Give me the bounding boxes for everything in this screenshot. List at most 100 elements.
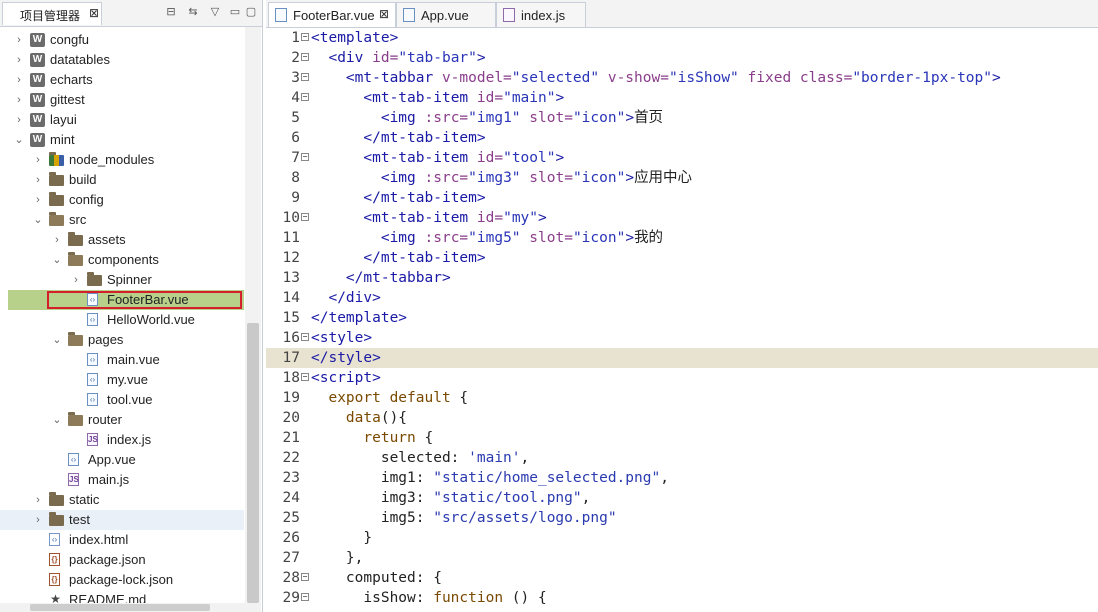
fold-toggle-icon[interactable]: − [301, 33, 309, 41]
code-line[interactable]: 21 return { [266, 428, 1098, 448]
tree-item[interactable]: JS main.js [0, 470, 244, 490]
project-explorer-tab[interactable]: 项目管理器 ⊠ [2, 2, 102, 25]
code-line[interactable]: 19 export default { [266, 388, 1098, 408]
maximize-icon[interactable]: ▢ [244, 5, 258, 19]
tree-item[interactable]: ‹› tool.vue [0, 390, 244, 410]
code-line[interactable]: 6 </mt-tab-item> [266, 128, 1098, 148]
tree-item[interactable]: ‹› my.vue [0, 370, 244, 390]
tree-item[interactable]: › Wlayui [0, 110, 244, 130]
collapse-arrow-icon[interactable]: › [14, 93, 24, 107]
fold-toggle-icon[interactable]: − [301, 593, 309, 601]
code-line[interactable]: 15 </template> [266, 308, 1098, 328]
link-with-editor-icon[interactable]: ⇆ [186, 5, 200, 19]
fold-toggle-icon[interactable]: − [301, 373, 309, 381]
code-line[interactable]: 25 img5: "src/assets/logo.png" [266, 508, 1098, 528]
fold-toggle-icon[interactable]: − [301, 573, 309, 581]
code-line[interactable]: 22 selected: 'main', [266, 448, 1098, 468]
tree-item[interactable]: ‹› HelloWorld.vue [0, 310, 244, 330]
expand-arrow-icon[interactable]: ⌄ [52, 413, 62, 427]
tree-item[interactable]: ‹› main.vue [0, 350, 244, 370]
collapse-arrow-icon[interactable]: › [71, 273, 81, 287]
collapse-arrow-icon[interactable]: › [33, 513, 43, 527]
tree-horizontal-scrollbar[interactable] [0, 603, 245, 612]
tree-item[interactable]: › Wcongfu [0, 30, 244, 50]
collapse-arrow-icon[interactable]: › [14, 113, 24, 127]
code-line[interactable]: 28− computed: { [266, 568, 1098, 588]
tree-item[interactable]: › assets [0, 230, 244, 250]
collapse-arrow-icon[interactable]: › [14, 73, 24, 87]
tree-item[interactable]: ‹› App.vue [0, 450, 244, 470]
code-line[interactable]: 29− isShow: function () { [266, 588, 1098, 608]
code-line[interactable]: 16− <style> [266, 328, 1098, 348]
tree-item[interactable]: ⌄ Wmint [0, 130, 244, 150]
tree-hscroll-thumb[interactable] [30, 604, 210, 611]
tree-item[interactable]: ⌄ src [0, 210, 244, 230]
code-line[interactable]: 12 </mt-tab-item> [266, 248, 1098, 268]
code-line[interactable]: 27 }, [266, 548, 1098, 568]
tree-item[interactable]: ⌄ router [0, 410, 244, 430]
tree-item[interactable]: ‹› FooterBar.vue [8, 290, 244, 310]
expand-arrow-icon[interactable]: ⌄ [33, 213, 43, 227]
close-icon[interactable]: ⊠ [89, 6, 99, 20]
expand-arrow-icon[interactable]: ⌄ [52, 333, 62, 347]
tree-item[interactable]: ‹› index.html [0, 530, 244, 550]
code-line[interactable]: 11 <img :src="img5" slot="icon">我的 [266, 228, 1098, 248]
collapse-arrow-icon[interactable]: › [33, 493, 43, 507]
code-line[interactable]: 5 <img :src="img1" slot="icon">首页 [266, 108, 1098, 128]
collapse-arrow-icon[interactable]: › [14, 53, 24, 67]
tree-item[interactable]: › build [0, 170, 244, 190]
code-line[interactable]: 18− <script> [266, 368, 1098, 388]
code-line[interactable]: 4− <mt-tab-item id="main"> [266, 88, 1098, 108]
code-line[interactable]: 7− <mt-tab-item id="tool"> [266, 148, 1098, 168]
editor-tab[interactable]: App.vue [396, 2, 496, 27]
tree-item[interactable]: › test [0, 510, 244, 530]
minimize-icon[interactable]: ▭ [228, 5, 242, 19]
view-menu-icon[interactable]: ▽ [208, 5, 222, 19]
tree-item[interactable]: ⌄ pages [0, 330, 244, 350]
tree-item[interactable]: › static [0, 490, 244, 510]
code-line[interactable]: 14 </div> [266, 288, 1098, 308]
expand-arrow-icon[interactable]: ⌄ [52, 253, 62, 267]
tree-item[interactable]: {} package.json [0, 550, 244, 570]
expand-arrow-icon[interactable]: ⌄ [14, 133, 24, 147]
collapse-all-icon[interactable]: ⊟ [164, 5, 178, 19]
code-line[interactable]: 2− <div id="tab-bar"> [266, 48, 1098, 68]
tree-item[interactable]: › Wecharts [0, 70, 244, 90]
fold-toggle-icon[interactable]: − [301, 153, 309, 161]
collapse-arrow-icon[interactable]: › [33, 153, 43, 167]
tree-item[interactable]: › config [0, 190, 244, 210]
code-line[interactable]: 17 </style> [266, 348, 1098, 368]
tree-item[interactable]: ⌄ components [0, 250, 244, 270]
editor-tab[interactable]: index.js [496, 2, 586, 27]
fold-toggle-icon[interactable]: − [301, 333, 309, 341]
code-line[interactable]: 26 } [266, 528, 1098, 548]
code-line[interactable]: 13 </mt-tabbar> [266, 268, 1098, 288]
tree-item[interactable]: › node_modules [0, 150, 244, 170]
fold-toggle-icon[interactable]: − [301, 213, 309, 221]
tree-item[interactable]: {} package-lock.json [0, 570, 244, 590]
code-line[interactable]: 10− <mt-tab-item id="my"> [266, 208, 1098, 228]
fold-toggle-icon[interactable]: − [301, 73, 309, 81]
editor-tab[interactable]: FooterBar.vue ⊠ [268, 2, 396, 27]
collapse-arrow-icon[interactable]: › [33, 193, 43, 207]
tree-item[interactable]: › Wdatatables [0, 50, 244, 70]
fold-toggle-icon[interactable]: − [301, 93, 309, 101]
close-icon[interactable]: ⊠ [379, 7, 389, 21]
code-line[interactable]: 20 data(){ [266, 408, 1098, 428]
tree-item[interactable]: › Spinner [0, 270, 244, 290]
tree-scroll-thumb[interactable] [247, 323, 259, 603]
code-line[interactable]: 24 img3: "static/tool.png", [266, 488, 1098, 508]
code-line[interactable]: 3− <mt-tabbar v-model="selected" v-show=… [266, 68, 1098, 88]
tree-item[interactable]: › Wgittest [0, 90, 244, 110]
code-line[interactable]: 9 </mt-tab-item> [266, 188, 1098, 208]
collapse-arrow-icon[interactable]: › [52, 233, 62, 247]
collapse-arrow-icon[interactable]: › [14, 33, 24, 47]
collapse-arrow-icon[interactable]: › [33, 173, 43, 187]
code-area[interactable]: 1− <template> 2− <div id="tab-bar"> 3− <mt-… [266, 28, 1098, 612]
tree-vertical-scrollbar[interactable] [245, 27, 261, 612]
code-line[interactable]: 23 img1: "static/home_selected.png", [266, 468, 1098, 488]
tree-item[interactable]: JS index.js [0, 430, 244, 450]
code-line[interactable]: 8 <img :src="img3" slot="icon">应用中心 [266, 168, 1098, 188]
code-line[interactable]: 1− <template> [266, 28, 1098, 48]
fold-toggle-icon[interactable]: − [301, 53, 309, 61]
